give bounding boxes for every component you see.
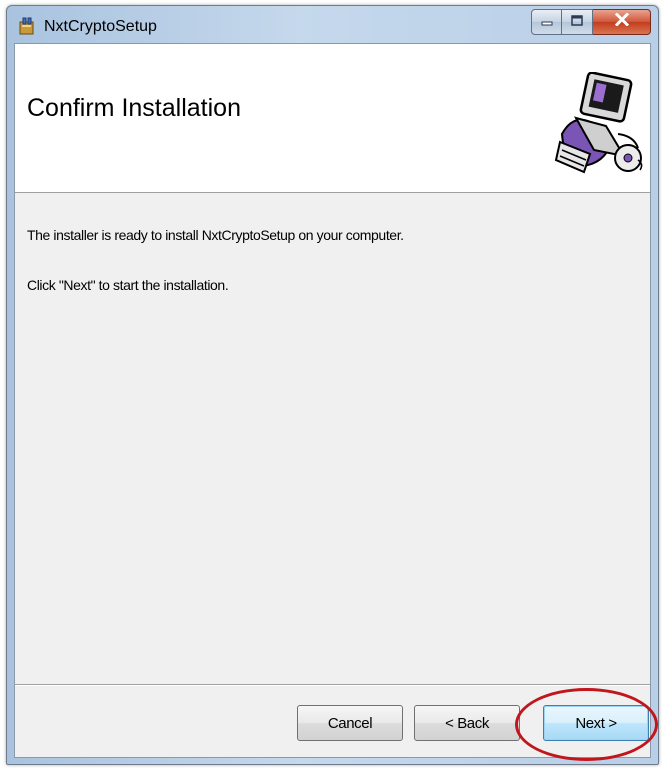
minimize-button[interactable]: [531, 9, 562, 35]
close-icon: [614, 12, 629, 31]
installer-window: NxtCryptoSetup Confirm Installation The …: [6, 5, 659, 765]
ready-message: The installer is ready to install NxtCry…: [27, 227, 404, 243]
window-title: NxtCryptoSetup: [44, 18, 157, 35]
maximize-icon: [571, 13, 583, 31]
instruction-message: Click "Next" to start the installation.: [27, 277, 229, 293]
caption-buttons: [531, 9, 651, 35]
computer-setup-icon: [554, 71, 644, 178]
maximize-button[interactable]: [562, 9, 593, 35]
next-button[interactable]: Next >: [543, 705, 649, 741]
close-button[interactable]: [593, 9, 651, 35]
footer-separator: [15, 684, 650, 686]
page-title: Confirm Installation: [27, 94, 241, 122]
header-banner: Confirm Installation: [15, 44, 650, 193]
back-button[interactable]: < Back: [414, 705, 520, 741]
minimize-icon: [541, 13, 553, 31]
dialog-content: Confirm Installation The installer is re…: [14, 43, 651, 758]
installer-app-icon: [17, 16, 37, 36]
cancel-button[interactable]: Cancel: [297, 705, 403, 741]
